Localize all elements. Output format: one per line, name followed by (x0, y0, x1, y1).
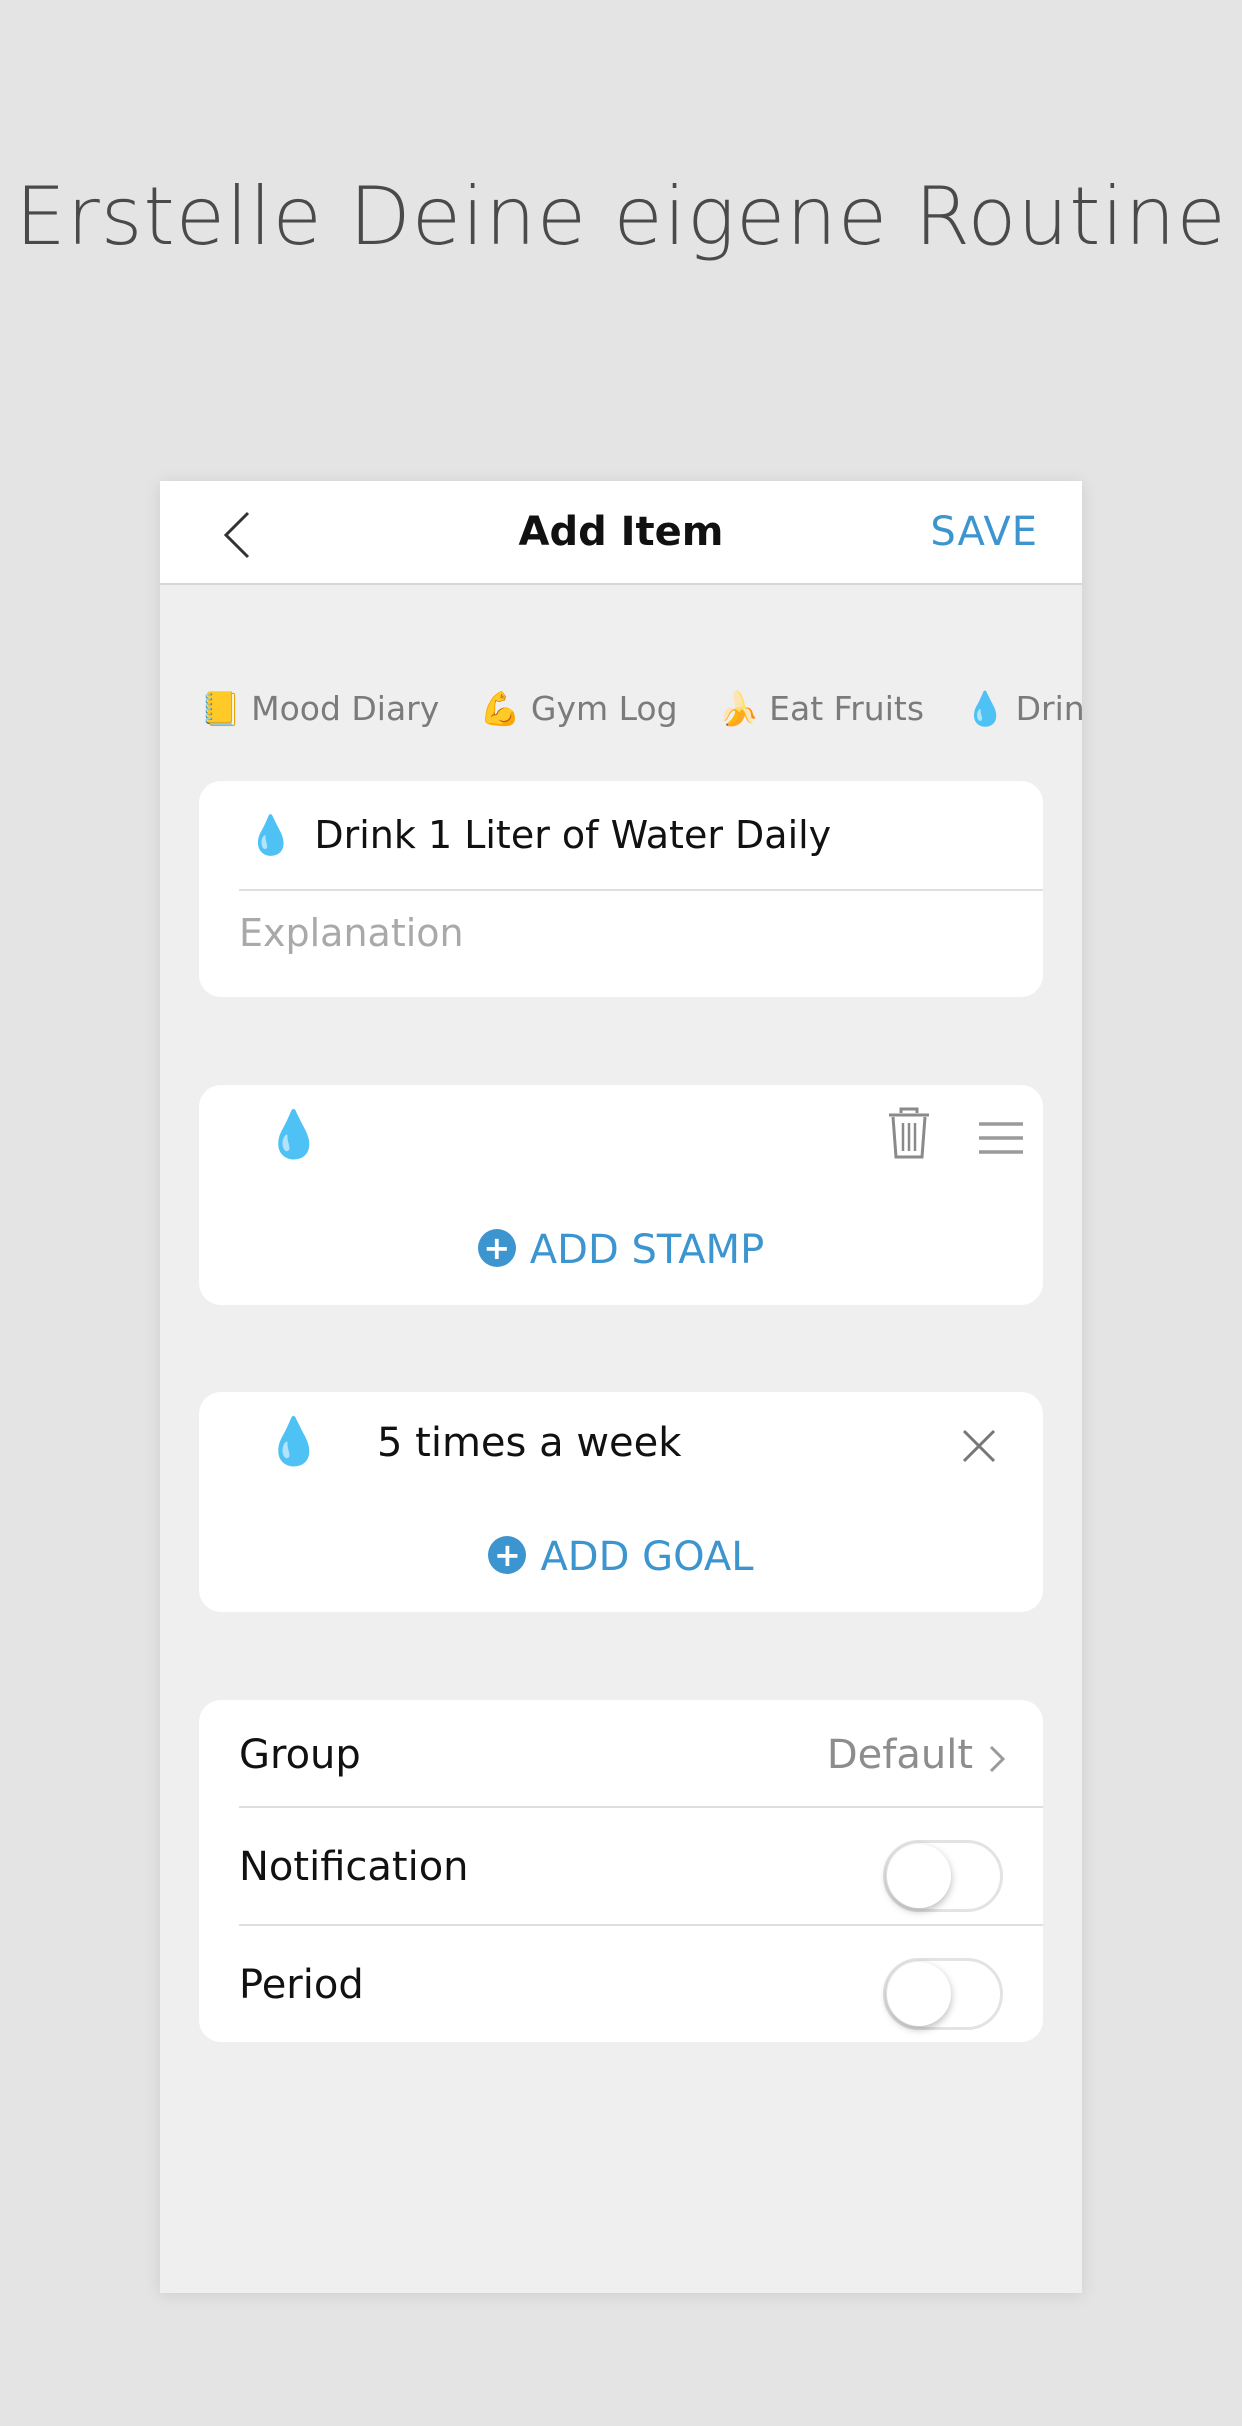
headline: Erstelle Deine eigene Routine (15, 170, 1227, 263)
goal-card: 💧 5 times a week + ADD GOAL (199, 1392, 1043, 1612)
period-row: Period (239, 1936, 1043, 2036)
add-goal-label: ADD GOAL (540, 1534, 754, 1580)
template-chip-list: 📒Mood Diary 💪Gym Log 🍌Eat Fruits 💧Drink … (200, 689, 1082, 729)
add-stamp-button[interactable]: + ADD STAMP (199, 1227, 1043, 1273)
toggle-knob (887, 1844, 951, 1908)
chip-label: Gym Log (530, 689, 678, 728)
chip-drink-water[interactable]: 💧Drink 1 (965, 689, 1082, 729)
chip-label: Drink 1 (1015, 689, 1082, 728)
divider (239, 889, 1043, 891)
add-goal-button[interactable]: + ADD GOAL (199, 1534, 1043, 1580)
divider (239, 1806, 1043, 1808)
stamp-card: 💧 + ADD STAMP (199, 1085, 1043, 1305)
notification-label: Notification (239, 1844, 469, 1890)
droplet-icon: 💧 (247, 812, 295, 857)
toggle-knob (887, 1962, 951, 2026)
chevron-right-icon (989, 1745, 1006, 1773)
period-label: Period (239, 1962, 364, 2008)
item-details-card: 💧 Drink 1 Liter of Water Daily Explanati… (199, 781, 1043, 997)
notification-toggle[interactable] (883, 1840, 1003, 1912)
chip-mood-diary[interactable]: 📒 Mood Diary (200, 689, 439, 729)
group-row[interactable]: Group Default (239, 1706, 1043, 1806)
plus-circle-icon: + (488, 1536, 527, 1574)
goal-droplet-icon: 💧 (265, 1414, 323, 1468)
divider (239, 1924, 1043, 1926)
drag-handle-icon[interactable] (977, 1121, 1025, 1155)
stamp-droplet-icon[interactable]: 💧 (265, 1107, 322, 1162)
notebook-icon: 📒 (200, 689, 242, 728)
period-toggle[interactable] (883, 1958, 1003, 2030)
navigation-bar: Add Item SAVE (160, 481, 1082, 585)
explanation-field[interactable]: Explanation (239, 911, 464, 955)
item-title-field[interactable]: 💧 Drink 1 Liter of Water Daily (247, 805, 831, 865)
save-button[interactable]: SAVE (930, 509, 1038, 555)
chip-eat-fruits[interactable]: 🍌 Eat Fruits (718, 689, 924, 729)
banana-icon: 🍌 (718, 689, 760, 728)
item-title-text: Drink 1 Liter of Water Daily (314, 813, 832, 857)
add-stamp-label: ADD STAMP (529, 1227, 765, 1273)
flexed-biceps-icon: 💪 (479, 689, 521, 728)
goal-text[interactable]: 5 times a week (377, 1420, 681, 1466)
chip-label: Mood Diary (251, 689, 440, 728)
group-value: Default (826, 1732, 973, 1778)
group-label: Group (239, 1732, 361, 1778)
chip-label: Eat Fruits (769, 689, 925, 728)
close-icon[interactable] (961, 1428, 997, 1464)
phone-screen: Add Item SAVE 📒 Mood Diary 💪 Gym Log 🍌 Eat … (160, 481, 1082, 2293)
notification-row: Notification (239, 1818, 1043, 1918)
settings-card: Group Default Notification Period (199, 1700, 1043, 2042)
droplet-icon: 💧 (964, 689, 1006, 728)
plus-circle-icon: + (477, 1229, 516, 1267)
trash-icon[interactable] (887, 1107, 931, 1161)
chip-gym-log[interactable]: 💪 Gym Log (480, 689, 678, 729)
